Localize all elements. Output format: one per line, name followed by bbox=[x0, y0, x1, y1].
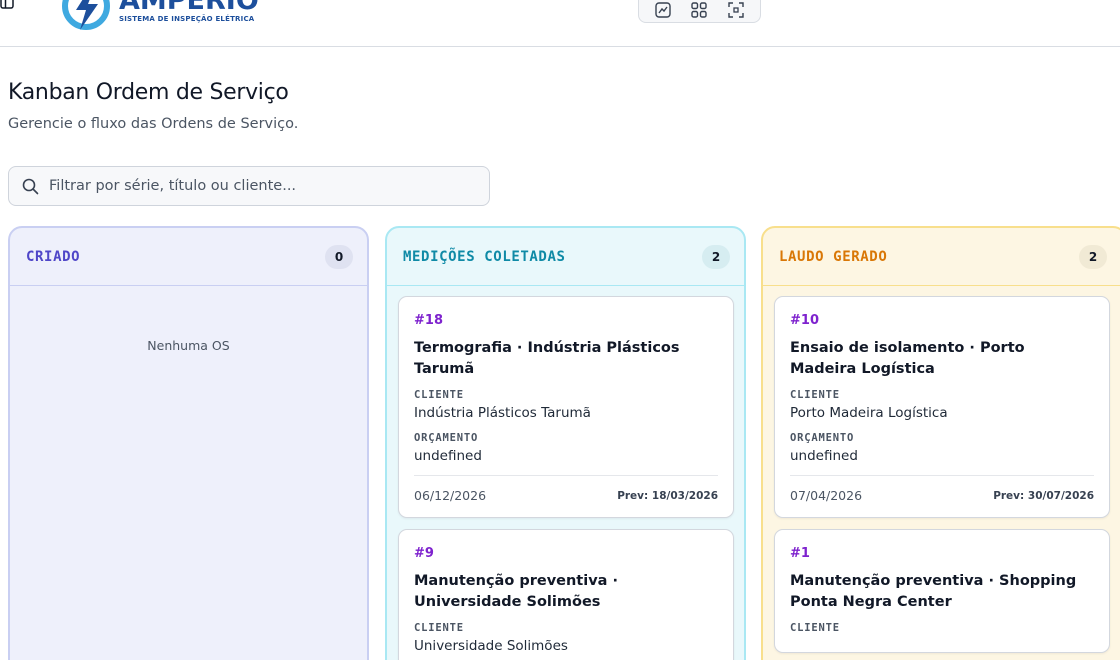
service-order-card[interactable]: #1 Manutenção preventiva · Shopping Pont… bbox=[774, 529, 1110, 653]
kanban-column-laudo-gerado: LAUDO GERADO 2 #10 Ensaio de isolamento … bbox=[761, 226, 1120, 660]
budget-value: undefined bbox=[414, 448, 482, 464]
card-title: Ensaio de isolamento · Porto Madeira Log… bbox=[790, 340, 1025, 377]
kanban-column-criado: CRIADO 0 Nenhuma OS bbox=[8, 226, 369, 660]
service-order-card[interactable]: #9 Manutenção preventiva · Universidade … bbox=[398, 529, 734, 660]
card-forecast: Prev: 18/03/2026 bbox=[617, 489, 718, 502]
page-subtitle: Gerencie o fluxo das Ordens de Serviço. bbox=[8, 116, 299, 132]
search-bar bbox=[8, 166, 490, 206]
budget-label: ORÇAMENTO bbox=[414, 432, 479, 444]
card-footer: 06/12/2026 Prev: 18/03/2026 bbox=[414, 475, 718, 503]
client-value: Universidade Solimões bbox=[414, 638, 568, 654]
card-forecast: Prev: 30/07/2026 bbox=[993, 489, 1094, 502]
column-header: CRIADO 0 bbox=[10, 228, 367, 286]
client-value: Porto Madeira Logística bbox=[790, 405, 948, 421]
column-title: CRIADO bbox=[26, 248, 81, 265]
card-id: #9 bbox=[414, 546, 434, 561]
grid-icon[interactable] bbox=[688, 0, 710, 21]
service-order-card[interactable]: #10 Ensaio de isolamento · Porto Madeira… bbox=[774, 296, 1110, 518]
search-input[interactable] bbox=[49, 178, 469, 194]
focus-icon[interactable] bbox=[725, 0, 747, 21]
card-date: 06/12/2026 bbox=[414, 488, 487, 503]
brand: AMPERIO SISTEMA DE INSPEÇÃO ELÉTRICA bbox=[119, 0, 259, 23]
budget-label: ORÇAMENTO bbox=[790, 432, 855, 444]
service-order-card[interactable]: #18 Termografia · Indústria Plásticos Ta… bbox=[398, 296, 734, 518]
empty-state: Nenhuma OS bbox=[147, 338, 230, 353]
top-bar: AMPERIO SISTEMA DE INSPEÇÃO ELÉTRICA bbox=[0, 0, 1120, 47]
card-title: Manutenção preventiva · Shopping Ponta N… bbox=[790, 573, 1077, 610]
budget-value: undefined bbox=[790, 448, 858, 464]
client-value: Indústria Plásticos Tarumã bbox=[414, 405, 591, 421]
brand-logo-icon bbox=[60, 0, 120, 32]
kanban-column-medicoes-coletadas: MEDIÇÕES COLETADAS 2 #18 Termografia · I… bbox=[385, 226, 746, 660]
card-date: 07/04/2026 bbox=[790, 488, 863, 503]
column-count-badge: 0 bbox=[325, 244, 353, 269]
search-icon bbox=[22, 178, 39, 194]
column-count-badge: 2 bbox=[702, 244, 730, 269]
card-id: #18 bbox=[414, 313, 443, 328]
card-title: Manutenção preventiva · Universidade Sol… bbox=[414, 573, 619, 610]
card-id: #1 bbox=[790, 546, 810, 561]
client-label: CLIENTE bbox=[790, 389, 840, 401]
client-label: CLIENTE bbox=[414, 389, 464, 401]
column-title: MEDIÇÕES COLETADAS bbox=[403, 248, 566, 265]
brand-name: AMPERIO bbox=[119, 0, 259, 16]
brand-subtitle: SISTEMA DE INSPEÇÃO ELÉTRICA bbox=[119, 15, 255, 23]
column-title: LAUDO GERADO bbox=[779, 248, 888, 265]
sidebar-toggle-icon[interactable] bbox=[0, 0, 16, 9]
view-toolbar bbox=[638, 0, 761, 23]
column-count-badge: 2 bbox=[1079, 244, 1107, 269]
chart-icon[interactable] bbox=[652, 0, 674, 21]
card-title: Termografia · Indústria Plásticos Tarumã bbox=[414, 340, 680, 377]
card-id: #10 bbox=[790, 313, 819, 328]
card-footer: 07/04/2026 Prev: 30/07/2026 bbox=[790, 475, 1094, 503]
client-label: CLIENTE bbox=[790, 622, 840, 634]
page-title: Kanban Ordem de Serviço bbox=[8, 80, 289, 105]
client-label: CLIENTE bbox=[414, 622, 464, 634]
column-header: LAUDO GERADO 2 bbox=[763, 228, 1120, 286]
column-header: MEDIÇÕES COLETADAS 2 bbox=[387, 228, 744, 286]
